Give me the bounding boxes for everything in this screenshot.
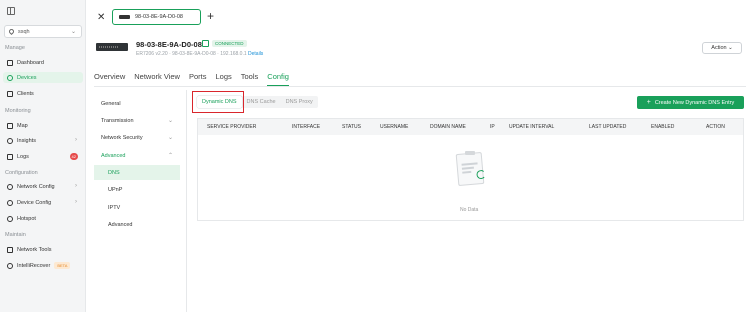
column-domain-name: DOMAIN NAME <box>430 124 466 130</box>
intellirecover-icon <box>7 262 13 269</box>
close-icon[interactable]: ✕ <box>97 12 105 23</box>
section-manage: Manage <box>5 45 25 51</box>
device-tabs: Overview Network View Ports Logs Tools C… <box>94 72 298 86</box>
insights-icon <box>7 137 13 144</box>
logs-icon <box>7 153 13 160</box>
sidebar-toggle-icon[interactable] <box>7 7 15 15</box>
chevron-right-icon: › <box>75 137 77 143</box>
add-tab-icon[interactable]: + <box>207 9 214 23</box>
sidebar-item-clients[interactable]: Clients <box>3 88 83 99</box>
details-link[interactable]: Details <box>248 51 263 57</box>
column-username: USERNAME <box>380 124 409 130</box>
edit-icon[interactable] <box>202 40 209 47</box>
logs-count-badge: 42 <box>69 153 78 160</box>
column-service-provider: SERVICE PROVIDER <box>207 124 257 130</box>
empty-state-text: No Data <box>460 207 479 213</box>
site-selector[interactable]: ssqh ⌄ <box>4 25 82 38</box>
chevron-down-icon: ⌄ <box>167 135 173 141</box>
config-nav-network-security[interactable]: Network Security ⌄ <box>94 130 180 145</box>
tab-network-view[interactable]: Network View <box>134 72 180 86</box>
chevron-up-icon: ⌃ <box>167 153 173 159</box>
subtab-dns-proxy[interactable]: DNS Proxy <box>281 96 318 108</box>
column-status: STATUS <box>342 124 361 130</box>
sidebar-item-network-config[interactable]: Network Config › <box>3 181 83 192</box>
config-nav-transmission[interactable]: Transmission ⌄ <box>94 113 180 128</box>
config-nav-dns[interactable]: DNS <box>94 165 180 180</box>
beta-badge: BETA <box>54 262 71 269</box>
empty-clipboard-icon <box>451 149 491 189</box>
config-nav-advanced[interactable]: Advanced <box>94 217 180 232</box>
clients-icon <box>7 90 13 97</box>
chevron-down-icon: ⌄ <box>70 29 76 35</box>
sidebar-item-devices[interactable]: Devices <box>3 72 83 83</box>
tab-ports[interactable]: Ports <box>189 72 207 86</box>
tab-overview[interactable]: Overview <box>94 72 125 86</box>
table-header: SERVICE PROVIDER INTERFACE STATUS USERNA… <box>198 119 743 135</box>
devices-icon <box>7 74 13 81</box>
tab-tools[interactable]: Tools <box>241 72 259 86</box>
config-nav-advanced-group[interactable]: Advanced ⌃ <box>94 148 180 163</box>
site-name: ssqh <box>18 29 30 35</box>
tab-logs[interactable]: Logs <box>216 72 232 86</box>
column-ip: IP <box>490 124 495 130</box>
device-name: 98-03-8E-9A-D0-08 <box>136 40 202 49</box>
config-divider <box>186 90 187 312</box>
status-badge: CONNECTED <box>212 40 247 47</box>
map-icon <box>7 122 13 129</box>
tab-config[interactable]: Config <box>267 72 289 86</box>
network-tools-icon <box>7 246 13 253</box>
column-update-interval: UPDATE INTERVAL <box>509 124 555 130</box>
sidebar-item-device-config[interactable]: Device Config › <box>3 197 83 208</box>
action-button[interactable]: Action ⌄ <box>702 42 742 54</box>
sidebar-item-logs[interactable]: Logs 42 <box>3 151 83 162</box>
sidebar-item-intellirecover[interactable]: IntelliRecover BETA <box>3 260 83 271</box>
device-tab[interactable]: 98-03-8E-9A-D0-08 <box>112 9 201 25</box>
sidebar: ssqh ⌄ Manage Dashboard Devices Clients … <box>0 0 86 312</box>
section-monitoring: Monitoring <box>5 108 31 114</box>
sidebar-item-hotspot[interactable]: Hotspot <box>3 213 83 224</box>
chevron-right-icon: › <box>75 183 77 189</box>
sidebar-item-network-tools[interactable]: Network Tools <box>3 244 83 255</box>
highlight-box <box>192 91 244 113</box>
chevron-right-icon: › <box>75 199 77 205</box>
device-config-icon <box>7 199 13 206</box>
config-nav-iptv[interactable]: IPTV <box>94 200 180 215</box>
column-last-updated: LAST UPDATED <box>589 124 627 130</box>
create-dynamic-dns-button[interactable]: + Create New Dynamic DNS Entry <box>637 96 744 109</box>
dashboard-icon <box>7 59 13 66</box>
section-maintain: Maintain <box>5 232 26 238</box>
sidebar-item-insights[interactable]: Insights › <box>3 135 83 146</box>
subtab-dns-cache[interactable]: DNS Cache <box>242 96 281 108</box>
network-config-icon <box>7 183 13 190</box>
device-image <box>96 43 128 51</box>
router-icon <box>119 15 130 19</box>
config-nav-general[interactable]: General <box>94 96 180 111</box>
chevron-down-icon: ⌄ <box>728 45 733 51</box>
dynamic-dns-table: SERVICE PROVIDER INTERFACE STATUS USERNA… <box>197 118 744 221</box>
location-pin-icon <box>7 27 16 36</box>
device-tab-label: 98-03-8E-9A-D0-08 <box>135 14 183 20</box>
hotspot-icon <box>7 215 13 222</box>
sidebar-item-map[interactable]: Map <box>3 120 83 131</box>
section-configuration: Configuration <box>5 170 38 176</box>
chevron-down-icon: ⌄ <box>167 118 173 124</box>
column-enabled: ENABLED <box>651 124 675 130</box>
sidebar-item-dashboard[interactable]: Dashboard <box>3 57 83 68</box>
column-interface: INTERFACE <box>292 124 321 130</box>
plus-icon: + <box>646 99 651 106</box>
tabs-divider <box>94 86 746 87</box>
column-action: ACTION <box>706 124 725 130</box>
config-nav-upnp[interactable]: UPnP <box>94 182 180 197</box>
device-meta: ER7206 v2.20 · 98-03-8E-9A-D0-08 · 192.1… <box>136 51 264 57</box>
